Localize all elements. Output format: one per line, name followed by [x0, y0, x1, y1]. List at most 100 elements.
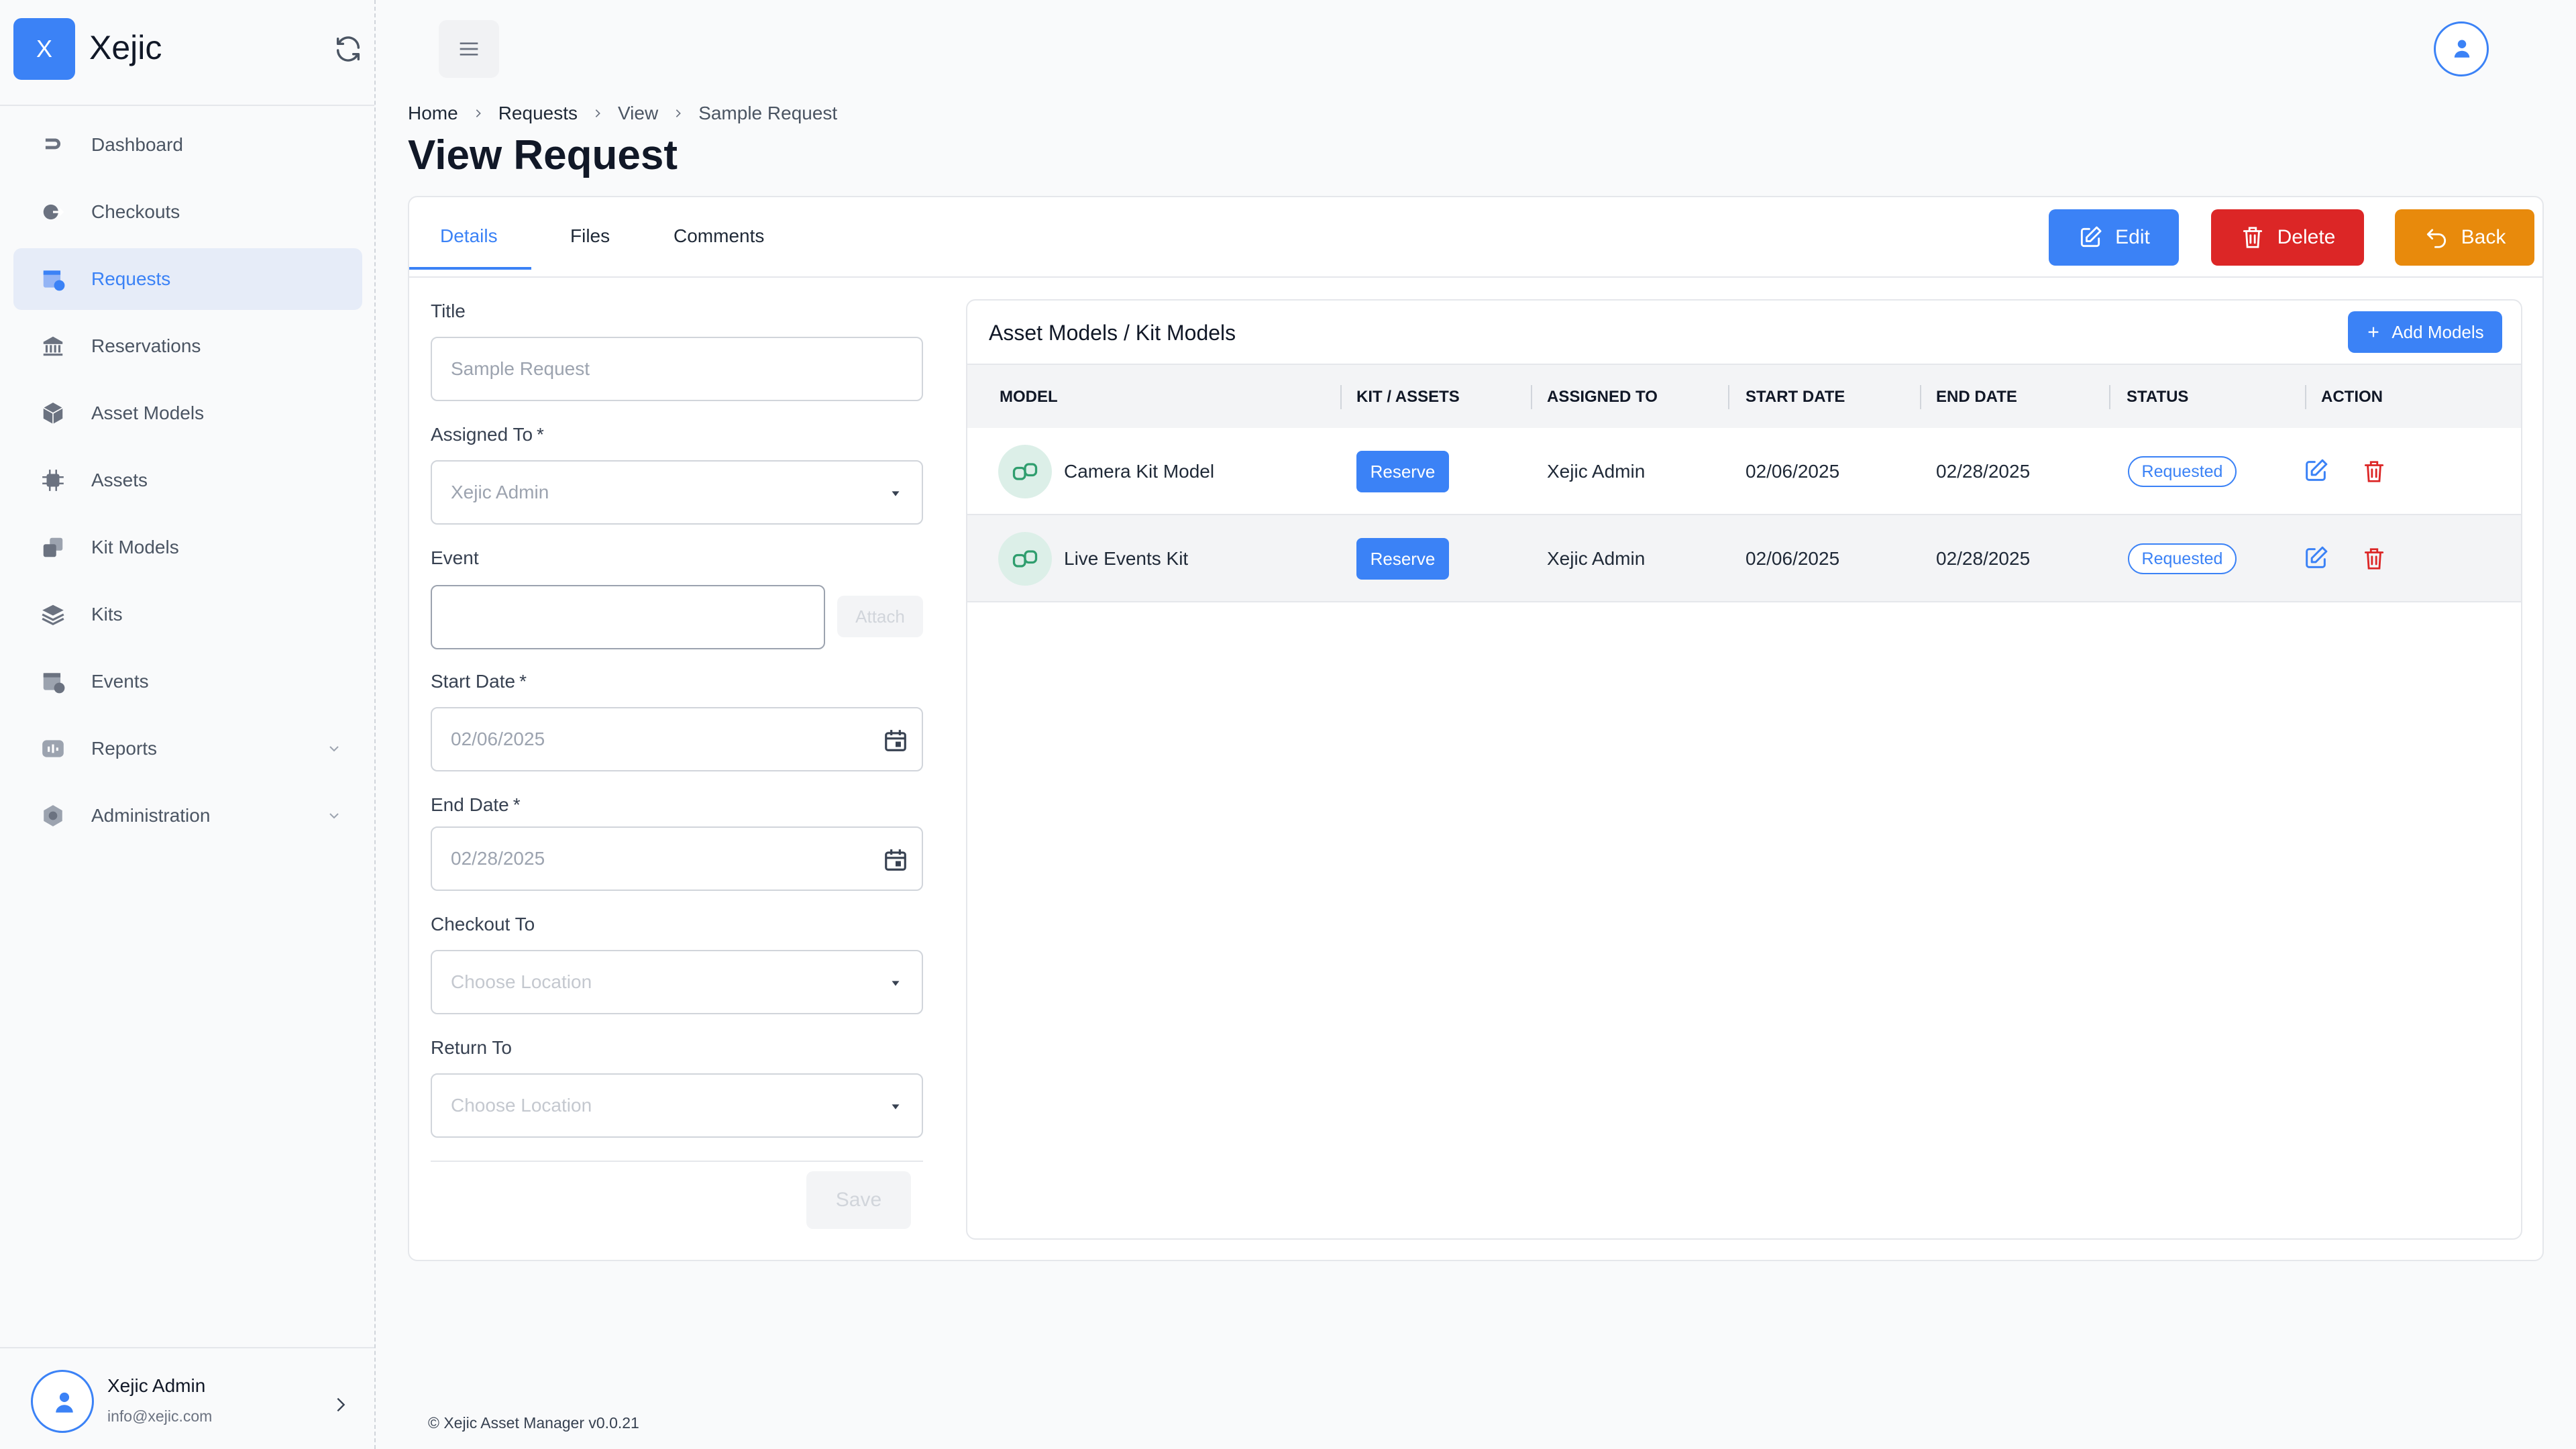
edit-icon[interactable] — [2302, 458, 2329, 484]
sidebar-item-administration[interactable]: Administration — [13, 785, 362, 847]
request-card: Details Files Comments Edit Delete Back … — [408, 196, 2544, 1261]
sidebar-item-label: Reports — [91, 738, 158, 759]
tab-details[interactable]: Details — [440, 225, 498, 247]
checkout-to-label: Checkout To — [431, 914, 535, 934]
column-header-status: STATUS — [2127, 388, 2189, 406]
sidebar-item-assets[interactable]: Assets — [13, 449, 362, 511]
sidebar-item-label: Checkouts — [91, 201, 180, 222]
active-tab-indicator — [409, 267, 531, 270]
model-name[interactable]: Camera Kit Model — [1064, 428, 1214, 515]
sidebar-item-label: Asset Models — [91, 402, 205, 423]
header-avatar[interactable] — [2434, 21, 2489, 76]
add-models-button[interactable]: Add Models — [2348, 311, 2502, 353]
trash-icon[interactable] — [2361, 458, 2387, 486]
hamburger-icon — [460, 42, 478, 56]
user-profile-footer[interactable]: Xejic Admin info@xejic.com — [0, 1347, 374, 1449]
trash-icon — [2243, 227, 2262, 248]
reserve-button[interactable]: Reserve — [1356, 451, 1449, 492]
column-divider — [2109, 385, 2110, 409]
form-divider — [431, 1161, 923, 1162]
calendar-icon[interactable] — [883, 847, 908, 873]
sidebar-item-dashboard[interactable]: Dashboard — [13, 114, 362, 176]
column-header-model: MODEL — [1000, 388, 1058, 406]
asset-models-icon — [43, 402, 63, 424]
menu-toggle-button[interactable] — [439, 20, 499, 78]
attach-button[interactable]: Attach — [837, 596, 923, 637]
event-input[interactable] — [431, 585, 825, 649]
breadcrumb-requests[interactable]: Requests — [498, 103, 578, 124]
user-icon — [56, 1392, 73, 1413]
title-input[interactable]: Sample Request — [431, 337, 923, 401]
sidebar-item-reports[interactable]: Reports — [13, 718, 362, 780]
assets-icon — [42, 470, 64, 491]
assigned-to-label: Assigned To * — [431, 424, 544, 445]
reports-icon — [42, 740, 64, 757]
start-date-label-text: Start Date — [431, 671, 516, 692]
assigned-to-select[interactable]: Xejic Admin — [431, 460, 923, 525]
table-row: Live Events Kit Reserve Xejic Admin 02/0… — [967, 515, 2521, 602]
start-date-cell: 02/06/2025 — [1746, 548, 1840, 569]
avatar[interactable] — [31, 1370, 94, 1433]
reserve-button[interactable]: Reserve — [1356, 538, 1449, 580]
column-divider — [1920, 385, 1921, 409]
app-logo[interactable]: X — [13, 18, 75, 80]
sidebar-item-label: Reservations — [91, 335, 201, 356]
back-button[interactable]: Back — [2395, 209, 2534, 266]
sidebar-item-reservations[interactable]: Reservations — [13, 315, 362, 377]
trash-icon[interactable] — [2361, 545, 2387, 573]
sidebar-item-label: Kit Models — [91, 537, 179, 557]
end-date-cell: 02/28/2025 — [1936, 548, 2031, 569]
chevron-right-icon — [676, 109, 682, 117]
sidebar-item-label: Administration — [91, 805, 211, 826]
edit-button[interactable]: Edit — [2049, 209, 2179, 266]
chevron-right-icon[interactable] — [331, 1393, 350, 1417]
end-date-input[interactable]: 02/28/2025 — [431, 826, 923, 891]
sidebar-item-events[interactable]: Events — [13, 651, 362, 712]
delete-button[interactable]: Delete — [2211, 209, 2364, 266]
start-date-input[interactable]: 02/06/2025 — [431, 707, 923, 771]
assigned-to-cell: Xejic Admin — [1547, 461, 1646, 482]
end-date-label-text: End Date — [431, 794, 509, 815]
column-header-kit-assets: KIT / ASSETS — [1356, 388, 1460, 406]
calendar-icon[interactable] — [883, 727, 908, 754]
sidebar-item-asset-models[interactable]: Asset Models — [13, 382, 362, 444]
refresh-icon[interactable] — [333, 34, 364, 64]
edit-icon[interactable] — [2302, 545, 2329, 572]
link-icon — [998, 532, 1052, 586]
back-button-label: Back — [2461, 226, 2506, 248]
save-button[interactable]: Save — [806, 1171, 911, 1229]
user-email: info@xejic.com — [107, 1407, 213, 1425]
sidebar-item-kits[interactable]: Kits — [13, 584, 362, 645]
end-date-value: 02/28/2025 — [451, 848, 545, 869]
checkout-icon — [43, 204, 64, 220]
assigned-to-value: Xejic Admin — [451, 482, 549, 502]
sidebar-item-label: Dashboard — [91, 134, 183, 155]
title-input-value: Sample Request — [451, 358, 590, 379]
table-header: MODEL KIT / ASSETS ASSIGNED TO START DAT… — [967, 364, 2521, 428]
chevron-right-icon — [595, 109, 600, 117]
start-date-value: 02/06/2025 — [451, 729, 545, 749]
sidebar-item-label: Events — [91, 671, 149, 692]
chevron-down-icon[interactable] — [326, 808, 342, 824]
link-icon — [998, 445, 1052, 498]
brand-header: X Xejic — [0, 0, 374, 106]
checkout-to-placeholder: Choose Location — [451, 971, 592, 992]
sidebar-item-kit-models[interactable]: Kit Models — [13, 517, 362, 578]
sidebar-item-requests[interactable]: Requests — [13, 248, 362, 310]
edit-button-label: Edit — [2115, 226, 2150, 248]
breadcrumb-current: Sample Request — [698, 103, 838, 123]
tab-comments[interactable]: Comments — [674, 225, 764, 247]
checkout-to-select[interactable]: Choose Location — [431, 950, 923, 1014]
end-date-cell: 02/28/2025 — [1936, 461, 2031, 482]
tab-files[interactable]: Files — [570, 225, 610, 247]
breadcrumb-home[interactable]: Home — [408, 103, 458, 124]
assigned-to-label-text: Assigned To — [431, 424, 533, 445]
model-name[interactable]: Live Events Kit — [1064, 515, 1188, 602]
sidebar-nav: Dashboard Checkouts Requests Reservation… — [13, 114, 362, 852]
return-to-select[interactable]: Choose Location — [431, 1073, 923, 1138]
chevron-down-icon[interactable] — [326, 741, 342, 757]
caret-down-icon — [892, 981, 900, 986]
reservations-icon — [43, 336, 63, 356]
sidebar-item-checkouts[interactable]: Checkouts — [13, 181, 362, 243]
required-mark: * — [513, 794, 521, 815]
